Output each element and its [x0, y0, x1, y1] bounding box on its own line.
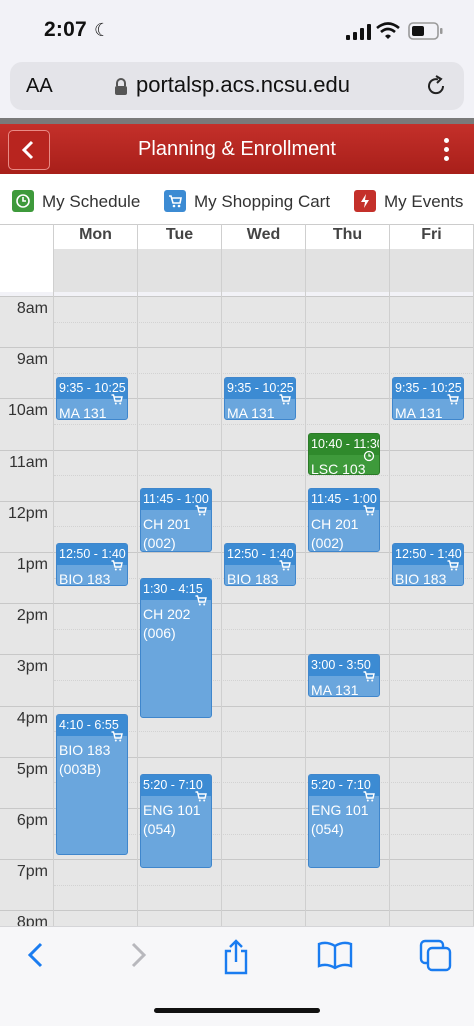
half-hour-line — [54, 475, 474, 477]
hour-line — [0, 910, 474, 912]
forward-icon[interactable] — [124, 938, 152, 972]
half-hour-line — [54, 884, 474, 886]
cart-icon — [363, 671, 375, 685]
event-section: (002) — [311, 535, 344, 551]
hour-label: 8am — [16, 300, 48, 317]
hour-line — [0, 347, 474, 349]
event-section: (054) — [311, 820, 344, 837]
hour-line — [0, 296, 474, 297]
hour-line — [0, 603, 474, 605]
clock-icon — [363, 450, 375, 465]
hour-label: 12pm — [7, 504, 48, 522]
day-column-line — [137, 224, 138, 926]
calendar-event[interactable]: 12:50 - 1:40 BIO 183 — [56, 543, 128, 587]
event-section: (054) — [143, 820, 176, 837]
hour-line — [0, 654, 474, 656]
cart-icon — [195, 791, 207, 805]
hour-label: 2pm — [16, 607, 48, 625]
cart-icon — [363, 505, 375, 519]
event-section: (003B) — [59, 761, 102, 778]
cart-icon — [279, 394, 291, 408]
hour-label: 6pm — [16, 812, 48, 829]
share-icon[interactable] — [220, 938, 252, 976]
event-section: (002) — [143, 535, 176, 551]
cart-icon — [279, 560, 291, 574]
hour-label: 7pm — [16, 863, 48, 881]
calendar-event[interactable]: 10:40 - 11:30 LSC 103 — [308, 432, 380, 476]
calendar-event[interactable]: 11:45 - 1:00 CH 201 (002) — [308, 488, 380, 552]
hour-label: 5pm — [16, 760, 48, 778]
calendar-event[interactable]: 1:30 - 4:15 CH 202 (006) — [140, 577, 212, 719]
hour-line — [0, 500, 474, 502]
hour-label: 10am — [7, 402, 48, 420]
cart-icon — [195, 505, 207, 519]
calendar-event[interactable]: 5:20 - 7:10 ENG 101 (054) — [140, 773, 212, 868]
half-hour-line — [54, 424, 474, 425]
calendar-event[interactable]: 9:35 - 10:25 MA 131 — [56, 377, 128, 420]
hour-label: 1pm — [16, 556, 48, 573]
back-icon[interactable] — [22, 938, 50, 972]
hour-line — [0, 449, 474, 451]
calendar-event[interactable]: 9:35 - 10:25 MA 131 — [224, 377, 296, 420]
event-section: (006) — [143, 624, 176, 641]
calendar-event[interactable]: 5:20 - 7:10 ENG 101 (054) — [308, 773, 380, 868]
half-hour-line — [54, 321, 474, 323]
hour-label: 3pm — [16, 658, 48, 676]
cart-icon — [195, 594, 207, 609]
tabs-icon[interactable] — [418, 938, 454, 974]
hour-line — [0, 859, 474, 861]
half-hour-line — [54, 628, 474, 630]
bookmarks-icon[interactable] — [316, 938, 354, 972]
cart-icon — [447, 394, 459, 408]
calendar-event[interactable]: 11:45 - 1:00 CH 201 (002) — [140, 488, 212, 552]
half-hour-line — [54, 526, 474, 528]
home-indicator — [154, 1008, 320, 1013]
hour-label: 9am — [16, 351, 48, 369]
calendar-event[interactable]: 12:50 - 1:40 BIO 183 — [224, 543, 296, 587]
day-column-line — [305, 224, 306, 926]
cart-icon — [111, 560, 123, 574]
day-column-line — [389, 224, 390, 926]
cart-icon — [111, 394, 123, 408]
calendar-event[interactable]: 3:00 - 3:50 MA 131 — [308, 654, 380, 698]
hour-line — [0, 705, 474, 707]
cart-icon — [447, 560, 459, 574]
cart-icon — [363, 791, 375, 805]
hour-label: 4pm — [16, 709, 48, 727]
hour-label: 11am — [9, 453, 48, 471]
calendar-event[interactable]: 9:35 - 10:25 MA 131 — [392, 377, 464, 420]
half-hour-line — [54, 372, 474, 374]
cart-icon — [111, 731, 123, 745]
calendar-event[interactable]: 12:50 - 1:40 BIO 183 — [392, 543, 464, 587]
day-column-line — [221, 224, 222, 926]
day-column-line — [53, 224, 54, 926]
half-hour-line — [54, 680, 474, 681]
calendar-event[interactable]: 4:10 - 6:55 BIO 183 (003B) — [56, 714, 128, 855]
